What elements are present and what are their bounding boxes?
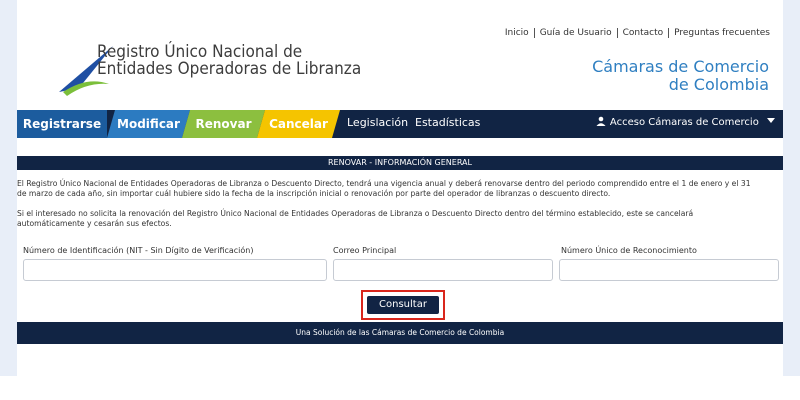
user-icon: [596, 116, 606, 126]
main-nav: Registrarse Modificar Renovar Cancelar L…: [17, 110, 783, 138]
info-paragraph-1-line2: de marzo de cada año, sin importar cuál …: [17, 189, 611, 198]
link-contacto[interactable]: Contacto: [616, 28, 669, 38]
consultar-button[interactable]: Consultar: [367, 296, 439, 314]
tab-modificar[interactable]: Modificar: [107, 110, 190, 138]
nur-label: Número Único de Reconocimiento: [561, 246, 697, 255]
camaras-line1: Cámaras de Comercio: [592, 57, 769, 76]
correo-input[interactable]: [333, 259, 553, 281]
consultar-highlight: Consultar: [361, 290, 445, 320]
info-paragraph-2: Si el interesado no solicita la renovaci…: [17, 209, 783, 229]
camaras-brand: Cámaras de Comercio de Colombia: [592, 58, 769, 94]
acceso-camaras-dropdown[interactable]: Acceso Cámaras de Comercio: [596, 110, 775, 138]
chevron-down-icon: [767, 118, 775, 123]
camaras-line2: de Colombia: [668, 75, 769, 94]
info-paragraph-2-line2: automáticamente y cesarán sus efectos.: [17, 219, 172, 228]
tab-renovar[interactable]: Renovar: [182, 110, 265, 138]
info-paragraph-1-line1: El Registro Único Nacional de Entidades …: [17, 179, 751, 188]
link-preguntas-frecuentes[interactable]: Preguntas frecuentes: [668, 28, 775, 38]
link-guia-usuario[interactable]: Guía de Usuario: [533, 28, 617, 38]
top-links: Inicio Guía de Usuario Contacto Pregunta…: [500, 28, 775, 38]
site-title-line2: Entidades Operadoras de Libranza: [97, 59, 362, 79]
nav-link-estadisticas[interactable]: Estadísticas: [415, 110, 480, 138]
section-title: RENOVAR - INFORMACIÓN GENERAL: [17, 156, 783, 170]
info-paragraph-1: El Registro Único Nacional de Entidades …: [17, 179, 783, 199]
nur-input[interactable]: [559, 259, 779, 281]
page-container: Registro Único Nacional de Entidades Ope…: [17, 0, 783, 376]
tab-cancelar[interactable]: Cancelar: [257, 110, 340, 138]
nit-label: Número de Identificación (NIT - Sin Dígi…: [23, 246, 254, 255]
page-background: Registro Único Nacional de Entidades Ope…: [0, 0, 800, 376]
info-paragraph-2-line1: Si el interesado no solicita la renovaci…: [17, 209, 694, 218]
nit-input[interactable]: [23, 259, 327, 281]
footer: Una Solución de las Cámaras de Comercio …: [17, 322, 783, 344]
correo-label: Correo Principal: [333, 246, 397, 255]
nav-link-legislacion[interactable]: Legislación: [347, 110, 408, 138]
acceso-label: Acceso Cámaras de Comercio: [609, 117, 759, 128]
link-inicio[interactable]: Inicio: [500, 28, 534, 38]
site-title: Registro Único Nacional de Entidades Ope…: [97, 44, 361, 78]
tab-registrarse[interactable]: Registrarse: [17, 110, 107, 138]
